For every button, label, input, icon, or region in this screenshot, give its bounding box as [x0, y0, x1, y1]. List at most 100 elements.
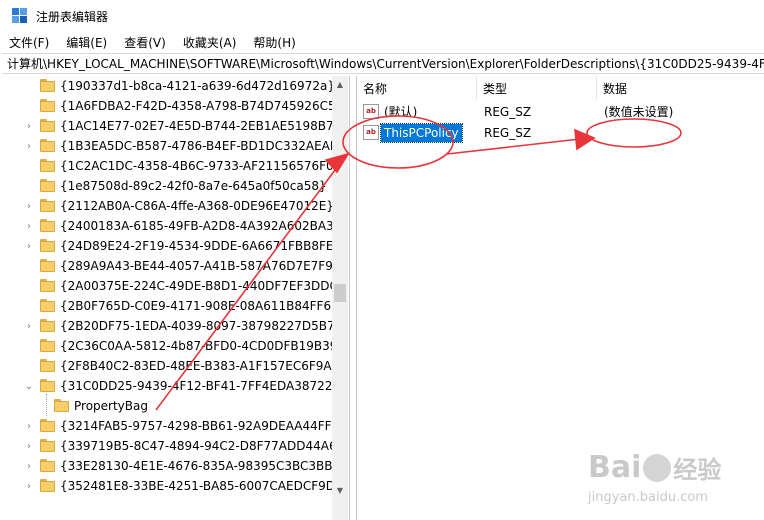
- baidu-watermark: Bai 经验 jingyan.baidu.com: [588, 450, 758, 516]
- tree-node-label: {1A6FDBA2-F42D-4358-A798-B74D745926C5}: [60, 99, 344, 113]
- address-path[interactable]: 计算机\HKEY_LOCAL_MACHINE\SOFTWARE\Microsof…: [7, 55, 764, 72]
- tree-node[interactable]: {2C36C0AA-5812-4b87-BFD0-4CD0DFB19B39}: [2, 336, 345, 356]
- tree-node[interactable]: › {3214FAB5-9757-4298-BB61-92A9DEAA44FF}: [2, 416, 339, 436]
- tree-node[interactable]: ⌄ {31C0DD25-9439-4F12-BF41-7FF4EDA38722}: [2, 376, 340, 396]
- scroll-up-arrow-icon[interactable]: ▲: [332, 76, 348, 92]
- chevron-right-icon[interactable]: ›: [24, 136, 34, 156]
- tree-node[interactable]: {289A9A43-BE44-4057-A41B-587A76D7E7F9}: [2, 256, 340, 276]
- tree-node[interactable]: {1C2AC1DC-4358-4B6C-9733-AF21156576F0}: [2, 156, 341, 176]
- chevron-right-icon[interactable]: ›: [24, 476, 34, 496]
- regedit-icon: [12, 8, 28, 24]
- tree-node[interactable]: › {339719B5-8C47-4894-94C2-D8F77ADD44A6}: [2, 436, 344, 456]
- tree-node[interactable]: {190337d1-b8ca-4121-a639-6d472d16972a}: [2, 76, 335, 96]
- tree-node[interactable]: › {1B3EA5DC-B587-4786-B4EF-BD1DC332AEAE}: [2, 136, 345, 156]
- tree-node[interactable]: {1e87508d-89c2-42f0-8a7e-645a0f50ca58}: [2, 176, 332, 196]
- no-chevron: [24, 336, 34, 356]
- tree-node[interactable]: › {2400183A-6185-49FB-A2D8-4A392A602BA3}: [2, 216, 341, 236]
- folder-icon: [40, 79, 55, 92]
- baidu-paw-icon: [643, 453, 672, 482]
- ab-string-icon: ab: [363, 125, 379, 140]
- key-tree[interactable]: {190337d1-b8ca-4121-a639-6d472d16972a} {1…: [2, 76, 350, 520]
- no-chevron: [24, 296, 34, 316]
- chevron-right-icon[interactable]: ›: [24, 196, 34, 216]
- column-header-data[interactable]: 数据: [597, 76, 764, 100]
- value-row[interactable]: ab (默认) REG_SZ (数值未设置): [357, 102, 764, 122]
- folder-icon: [40, 379, 55, 392]
- address-bar[interactable]: 计算机\HKEY_LOCAL_MACHINE\SOFTWARE\Microsof…: [2, 53, 764, 74]
- tree-node-label: {2112AB0A-C86A-4ffe-A368-0DE96E47012E}: [60, 199, 334, 213]
- no-chevron: [24, 256, 34, 276]
- menu-file[interactable]: 文件(F): [0, 34, 56, 51]
- folder-icon: [40, 439, 55, 452]
- folder-icon: [40, 299, 55, 312]
- value-row[interactable]: ab ThisPCPolicy REG_SZ: [357, 123, 764, 143]
- menu-help[interactable]: 帮助(H): [243, 34, 302, 51]
- no-chevron: [24, 276, 34, 296]
- tree-node[interactable]: › {2112AB0A-C86A-4ffe-A368-0DE96E47012E}: [2, 196, 334, 216]
- tree-node[interactable]: {1A6FDBA2-F42D-4358-A798-B74D745926C5}: [2, 96, 343, 116]
- folder-icon: [40, 219, 55, 232]
- tree-node[interactable]: {2A00375E-224C-49DE-B8D1-440DF7EF3DDC}: [2, 276, 346, 296]
- folder-icon: [40, 159, 55, 172]
- window-title: 注册表编辑器: [36, 9, 109, 24]
- no-chevron: [24, 356, 34, 376]
- watermark-url: jingyan.baidu.com: [588, 490, 708, 505]
- tree-node[interactable]: › {33E28130-4E1E-4676-835A-98395C3BC3BB}: [2, 456, 340, 476]
- tree-node-label: {24D89E24-2F19-4534-9DDE-6A6671FBB8FE}: [60, 239, 342, 253]
- tree-node-label: {2400183A-6185-49FB-A2D8-4A392A602BA3}: [60, 219, 342, 233]
- folder-icon: [40, 239, 55, 252]
- menu-view[interactable]: 查看(V): [114, 34, 173, 51]
- chevron-down-icon[interactable]: ⌄: [24, 376, 34, 396]
- tree-node-label: {289A9A43-BE44-4057-A41B-587A76D7E7F9}: [60, 259, 341, 273]
- tree-node-label: {2C36C0AA-5812-4b87-BFD0-4CD0DFB19B39}: [60, 339, 346, 353]
- folder-icon: [40, 139, 55, 152]
- tree-node[interactable]: › {352481E8-33BE-4251-BA85-6007CAEDCF9D}: [2, 476, 343, 496]
- chevron-right-icon[interactable]: ›: [24, 316, 34, 336]
- ab-string-icon: ab: [363, 104, 379, 119]
- menu-edit[interactable]: 编辑(E): [56, 34, 114, 51]
- no-chevron: [24, 156, 34, 176]
- tree-node-label: {339719B5-8C47-4894-94C2-D8F77ADD44A6}: [60, 439, 345, 453]
- folder-icon: [40, 199, 55, 212]
- value-name[interactable]: ThisPCPolicy: [380, 123, 463, 143]
- folder-icon: [40, 279, 55, 292]
- chevron-right-icon[interactable]: ›: [24, 456, 34, 476]
- tree-node[interactable]: › {24D89E24-2F19-4534-9DDE-6A6671FBB8FE}: [2, 236, 341, 256]
- scroll-thumb[interactable]: [334, 284, 346, 302]
- tree-scrollbar[interactable]: ▲ ▼: [332, 76, 348, 520]
- no-chevron: [24, 176, 34, 196]
- no-chevron: [24, 96, 34, 116]
- tree-node-child[interactable]: PropertyBag: [2, 396, 332, 416]
- watermark-brand2: 经验: [673, 456, 722, 484]
- column-header-name[interactable]: 名称: [357, 76, 477, 100]
- no-chevron: [24, 396, 34, 416]
- tree-node-label: {31C0DD25-9439-4F12-BF41-7FF4EDA38722}: [60, 379, 341, 393]
- folder-icon: [54, 399, 69, 412]
- tree-node-label: {1C2AC1DC-4358-4B6C-9733-AF21156576F0}: [60, 159, 342, 173]
- tree-node-label: {1AC14E77-02E7-4E5D-B744-2EB1AE5198B7}: [60, 119, 342, 133]
- value-name[interactable]: (默认): [381, 103, 420, 121]
- tree-node[interactable]: {2F8B40C2-83ED-48EE-B383-A1F157EC6F9A}: [2, 356, 339, 376]
- chevron-right-icon[interactable]: ›: [24, 116, 34, 136]
- scroll-down-arrow-icon[interactable]: ▼: [332, 482, 348, 498]
- chevron-right-icon[interactable]: ›: [24, 236, 34, 256]
- folder-icon: [40, 459, 55, 472]
- tree-node[interactable]: › {2B20DF75-1EDA-4039-8097-38798227D5B7}: [2, 316, 342, 336]
- tree-node-label: {2B20DF75-1EDA-4039-8097-38798227D5B7}: [60, 319, 343, 333]
- no-chevron: [24, 76, 34, 96]
- chevron-right-icon[interactable]: ›: [24, 416, 34, 436]
- column-header-type[interactable]: 类型: [477, 76, 597, 100]
- tree-node[interactable]: {2B0F765D-C0E9-4171-908E-08A611B84FF6}: [2, 296, 339, 316]
- chevron-right-icon[interactable]: ›: [24, 216, 34, 236]
- folder-icon: [40, 99, 55, 112]
- menu-favorites[interactable]: 收藏夹(A): [173, 34, 244, 51]
- tree-node[interactable]: › {1AC14E77-02E7-4E5D-B744-2EB1AE5198B7}: [2, 116, 341, 136]
- folder-icon: [40, 339, 55, 352]
- menu-bar: 文件(F) 编辑(E) 查看(V) 收藏夹(A) 帮助(H): [0, 32, 764, 52]
- chevron-right-icon[interactable]: ›: [24, 436, 34, 456]
- folder-icon: [40, 479, 55, 492]
- title-bar: 注册表编辑器: [0, 0, 764, 32]
- tree-node-label: {33E28130-4E1E-4676-835A-98395C3BC3BB}: [60, 459, 341, 473]
- tree-node-label: {1e87508d-89c2-42f0-8a7e-645a0f50ca58}: [60, 179, 327, 193]
- watermark-brand: Bai: [588, 450, 642, 485]
